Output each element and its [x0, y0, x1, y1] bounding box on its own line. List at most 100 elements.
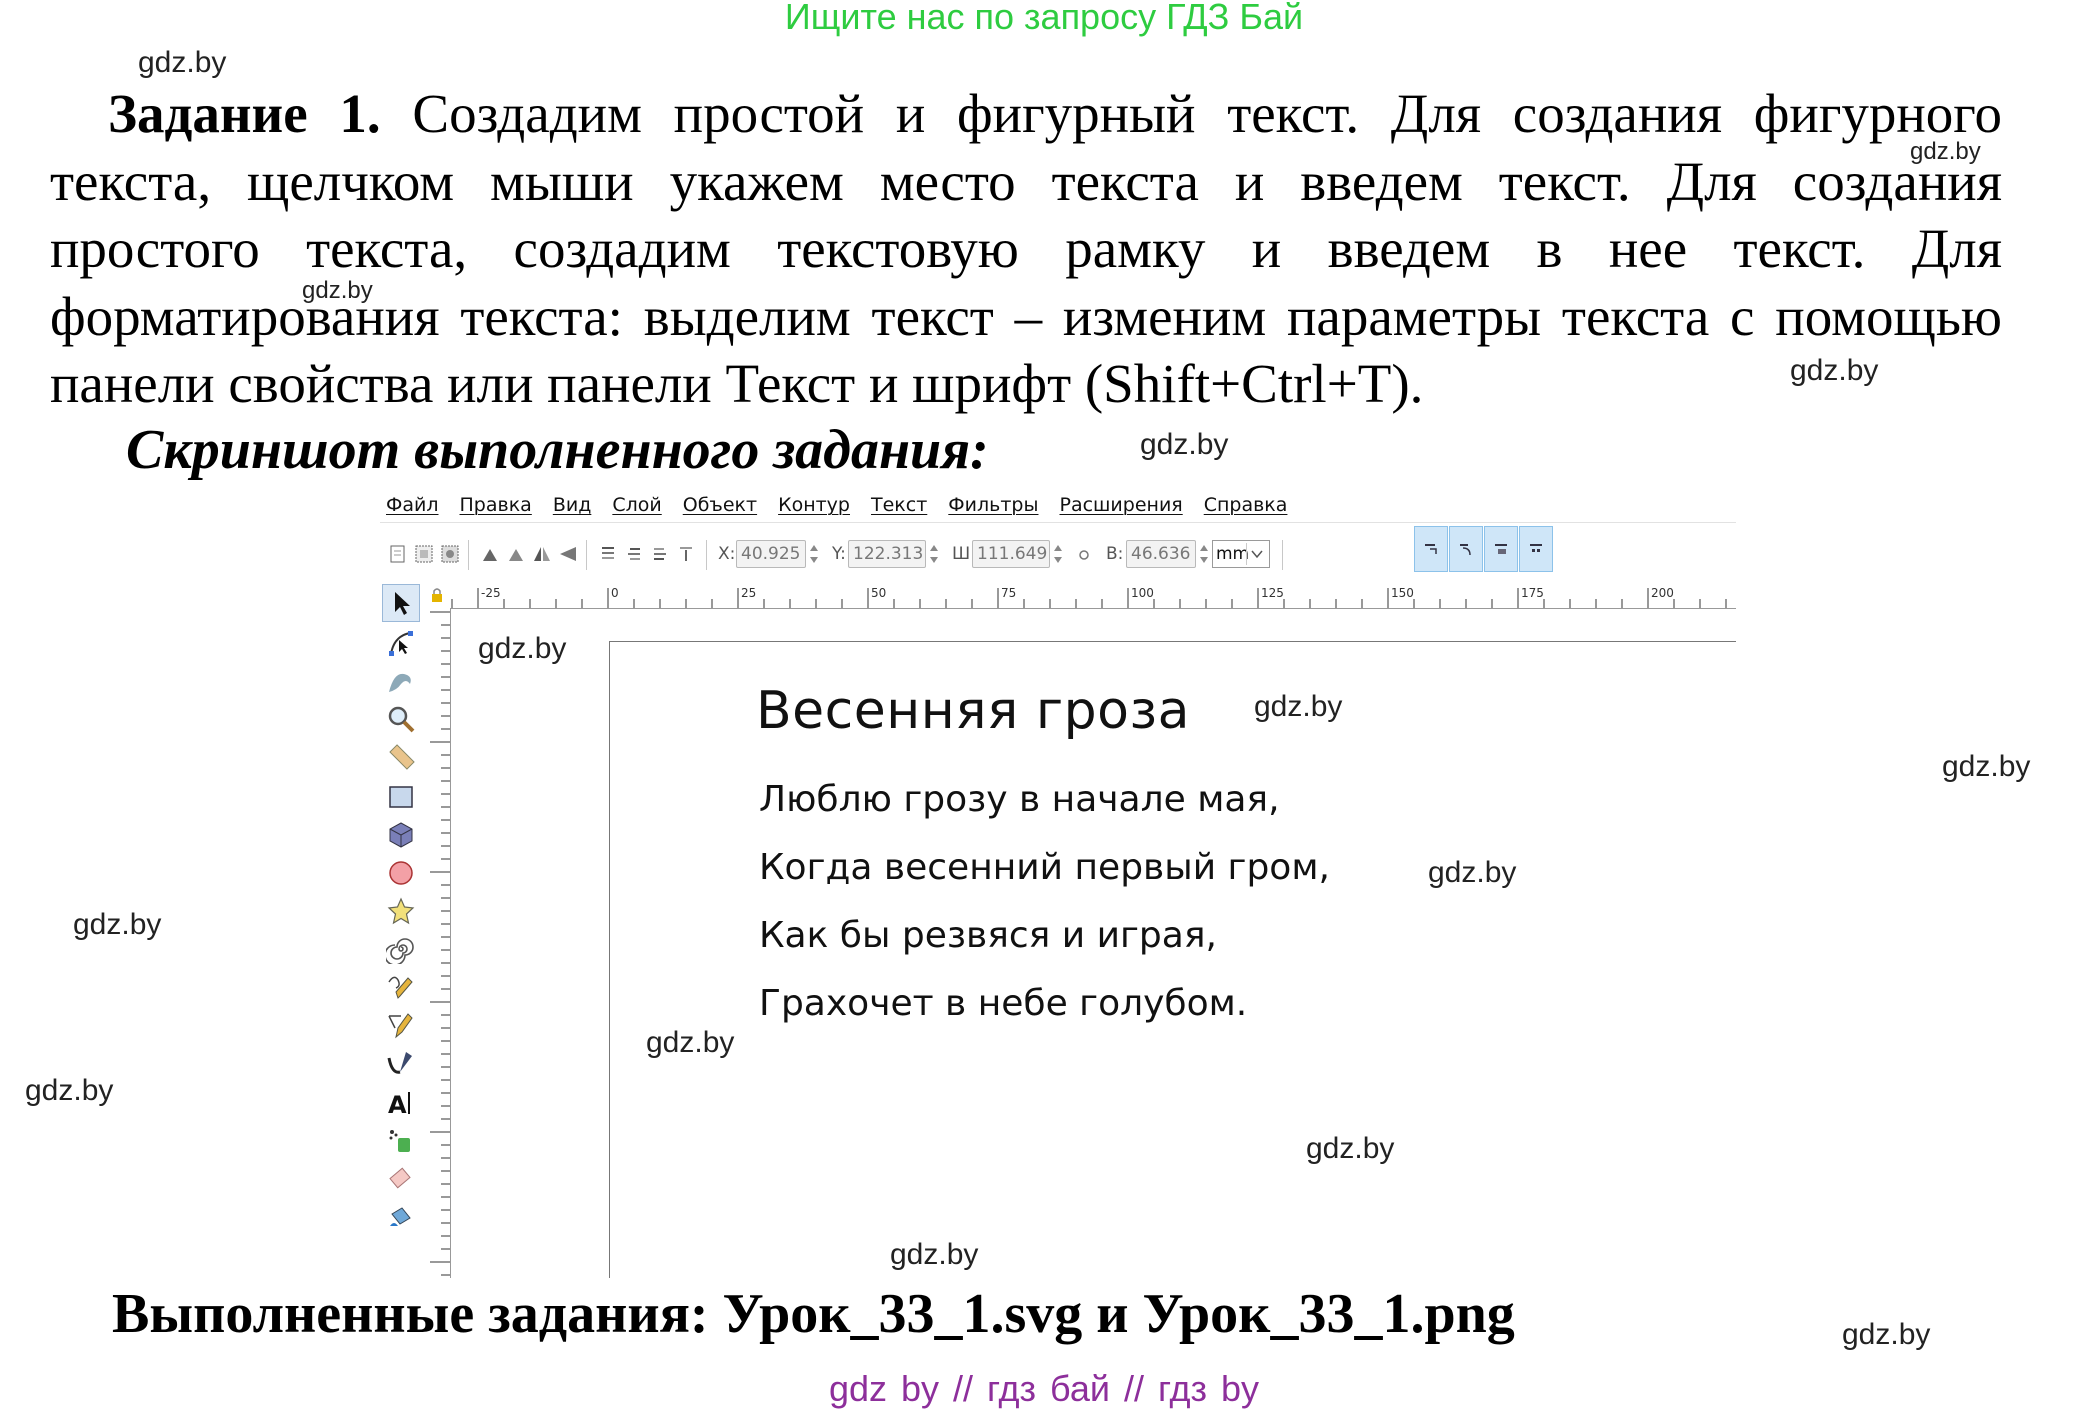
rectangle-tool-icon[interactable]: [382, 778, 420, 816]
toolbar-divider: [706, 540, 707, 570]
lower-to-bottom-icon[interactable]: [676, 544, 696, 564]
selector-tool-icon[interactable]: [382, 584, 420, 622]
height-field[interactable]: 46.636: [1126, 540, 1196, 568]
eraser-tool-icon[interactable]: [382, 1160, 420, 1198]
width-spinner-icon[interactable]: [1052, 540, 1064, 568]
watermark: gdz.by: [478, 632, 567, 665]
ruler-label: 75: [1001, 586, 1016, 600]
task-title: Задание 1.: [108, 83, 381, 144]
measure-tool-icon[interactable]: [382, 738, 420, 776]
deselect-icon[interactable]: [440, 544, 460, 564]
spray-tool-icon[interactable]: [382, 1122, 420, 1160]
toolbox: A: [380, 584, 424, 1278]
menu-extensions[interactable]: Расширения: [1059, 494, 1182, 516]
raise-icon[interactable]: [624, 544, 644, 564]
pencil-tool-icon[interactable]: [382, 968, 420, 1006]
select-all-icon[interactable]: [388, 544, 408, 564]
horizontal-ruler: -25 0 25 50 75 100 125 150 175 200: [450, 586, 1736, 609]
ruler-label: 100: [1131, 586, 1154, 600]
ruler-label: 0: [611, 586, 619, 600]
3d-box-tool-icon[interactable]: [382, 816, 420, 854]
zoom-tool-icon[interactable]: [382, 700, 420, 738]
ruler-label: 175: [1521, 586, 1544, 600]
height-spinner-icon[interactable]: [1198, 540, 1210, 568]
completed-files-line: Выполненные задания: Урок_33_1.svg и Уро…: [112, 1283, 1515, 1345]
task-paragraph: Задание 1. Создадим простой и фигурный т…: [50, 80, 2002, 418]
star-tool-icon[interactable]: [382, 892, 420, 930]
toolbar-divider: [1282, 540, 1283, 570]
calligraphy-tool-icon[interactable]: [382, 1044, 420, 1082]
watermark: gdz.by: [73, 908, 162, 941]
lower-icon[interactable]: [650, 544, 670, 564]
ellipse-tool-icon[interactable]: [382, 854, 420, 892]
vertical-ruler: [430, 608, 451, 1278]
watermark: gdz.by: [890, 1238, 979, 1271]
menu-bar: Файл Правка Вид Слой Объект Контур Текст…: [380, 488, 1736, 522]
rotate-ccw-icon[interactable]: [480, 544, 500, 564]
scale-stroke-toggle[interactable]: [1414, 526, 1448, 572]
flip-vertical-icon[interactable]: [558, 544, 578, 564]
canvas-title-text[interactable]: Весенняя гроза: [756, 681, 1190, 741]
y-field[interactable]: 122.313: [848, 540, 926, 568]
inkscape-screenshot: Файл Правка Вид Слой Объект Контур Текст…: [380, 488, 1736, 1278]
move-patterns-toggle[interactable]: [1519, 526, 1553, 572]
menu-object[interactable]: Объект: [683, 494, 757, 516]
menu-help[interactable]: Справка: [1204, 494, 1288, 516]
footer-links[interactable]: gdz by // гдз бай // гдз by: [0, 1368, 2088, 1410]
poem-line[interactable]: Когда весенний первый гром,: [759, 847, 1330, 888]
ruler-label: 50: [871, 586, 886, 600]
chevron-down-icon: [1246, 543, 1267, 565]
pen-tool-icon[interactable]: [382, 1006, 420, 1044]
ruler-label: 200: [1651, 586, 1674, 600]
menu-filters[interactable]: Фильтры: [948, 494, 1038, 516]
watermark: gdz.by: [1428, 856, 1517, 889]
toolbar-divider: [586, 540, 587, 570]
watermark: gdz.by: [1910, 138, 1981, 165]
unit-select[interactable]: mm: [1212, 540, 1270, 568]
menu-path[interactable]: Контур: [778, 494, 850, 516]
watermark: gdz.by: [1942, 750, 2031, 783]
flip-horizontal-icon[interactable]: [532, 544, 552, 564]
tweak-tool-icon[interactable]: [382, 662, 420, 700]
ruler-label: 125: [1261, 586, 1284, 600]
svg-text:A: A: [388, 1091, 407, 1118]
rotate-cw-icon[interactable]: [506, 544, 526, 564]
lock-ratio-icon[interactable]: [1074, 544, 1094, 564]
select-all-layers-icon[interactable]: [414, 544, 434, 564]
x-field[interactable]: 40.925: [736, 540, 806, 568]
watermark: gdz.by: [646, 1026, 735, 1059]
move-gradients-toggle[interactable]: [1484, 526, 1518, 572]
menu-file[interactable]: Файл: [386, 494, 439, 516]
menu-view[interactable]: Вид: [553, 494, 592, 516]
paint-bucket-tool-icon[interactable]: [382, 1198, 420, 1236]
menu-layer[interactable]: Слой: [612, 494, 661, 516]
x-spinner-icon[interactable]: [808, 540, 820, 568]
screenshot-heading: Скриншот выполненного задания:: [126, 419, 989, 481]
y-spinner-icon[interactable]: [928, 540, 940, 568]
ruler-label: 25: [741, 586, 756, 600]
raise-to-top-icon[interactable]: [598, 544, 618, 564]
menu-divider: [380, 522, 1736, 523]
ruler-label: -25: [481, 586, 501, 600]
text-tool-icon[interactable]: A: [382, 1084, 420, 1122]
poem-line[interactable]: Как бы резвяся и играя,: [759, 915, 1217, 956]
watermark: gdz.by: [1254, 690, 1343, 723]
scale-corners-toggle[interactable]: [1449, 526, 1483, 572]
search-banner: Ищите нас по запросу ГДЗ Бай: [784, 0, 1304, 37]
watermark: gdz.by: [1790, 354, 1879, 387]
spiral-tool-icon[interactable]: [382, 930, 420, 968]
watermark: gdz.by: [25, 1074, 114, 1107]
menu-text[interactable]: Текст: [871, 494, 927, 516]
node-tool-icon[interactable]: [382, 624, 420, 662]
poem-line[interactable]: Люблю грозу в начале мая,: [759, 779, 1280, 820]
poem-line[interactable]: Грахочет в небе голубом.: [759, 983, 1247, 1024]
watermark: gdz.by: [1842, 1318, 1931, 1351]
menu-edit[interactable]: Правка: [460, 494, 532, 516]
transform-toggle-group: [1414, 526, 1554, 572]
y-label: Y:: [832, 544, 846, 564]
drawing-canvas[interactable]: Весенняя гроза Люблю грозу в начале мая,…: [451, 609, 1736, 1278]
width-field[interactable]: 111.649: [972, 540, 1050, 568]
height-label: В:: [1106, 544, 1124, 564]
watermark: gdz.by: [138, 46, 227, 79]
lock-icon[interactable]: [428, 586, 446, 604]
